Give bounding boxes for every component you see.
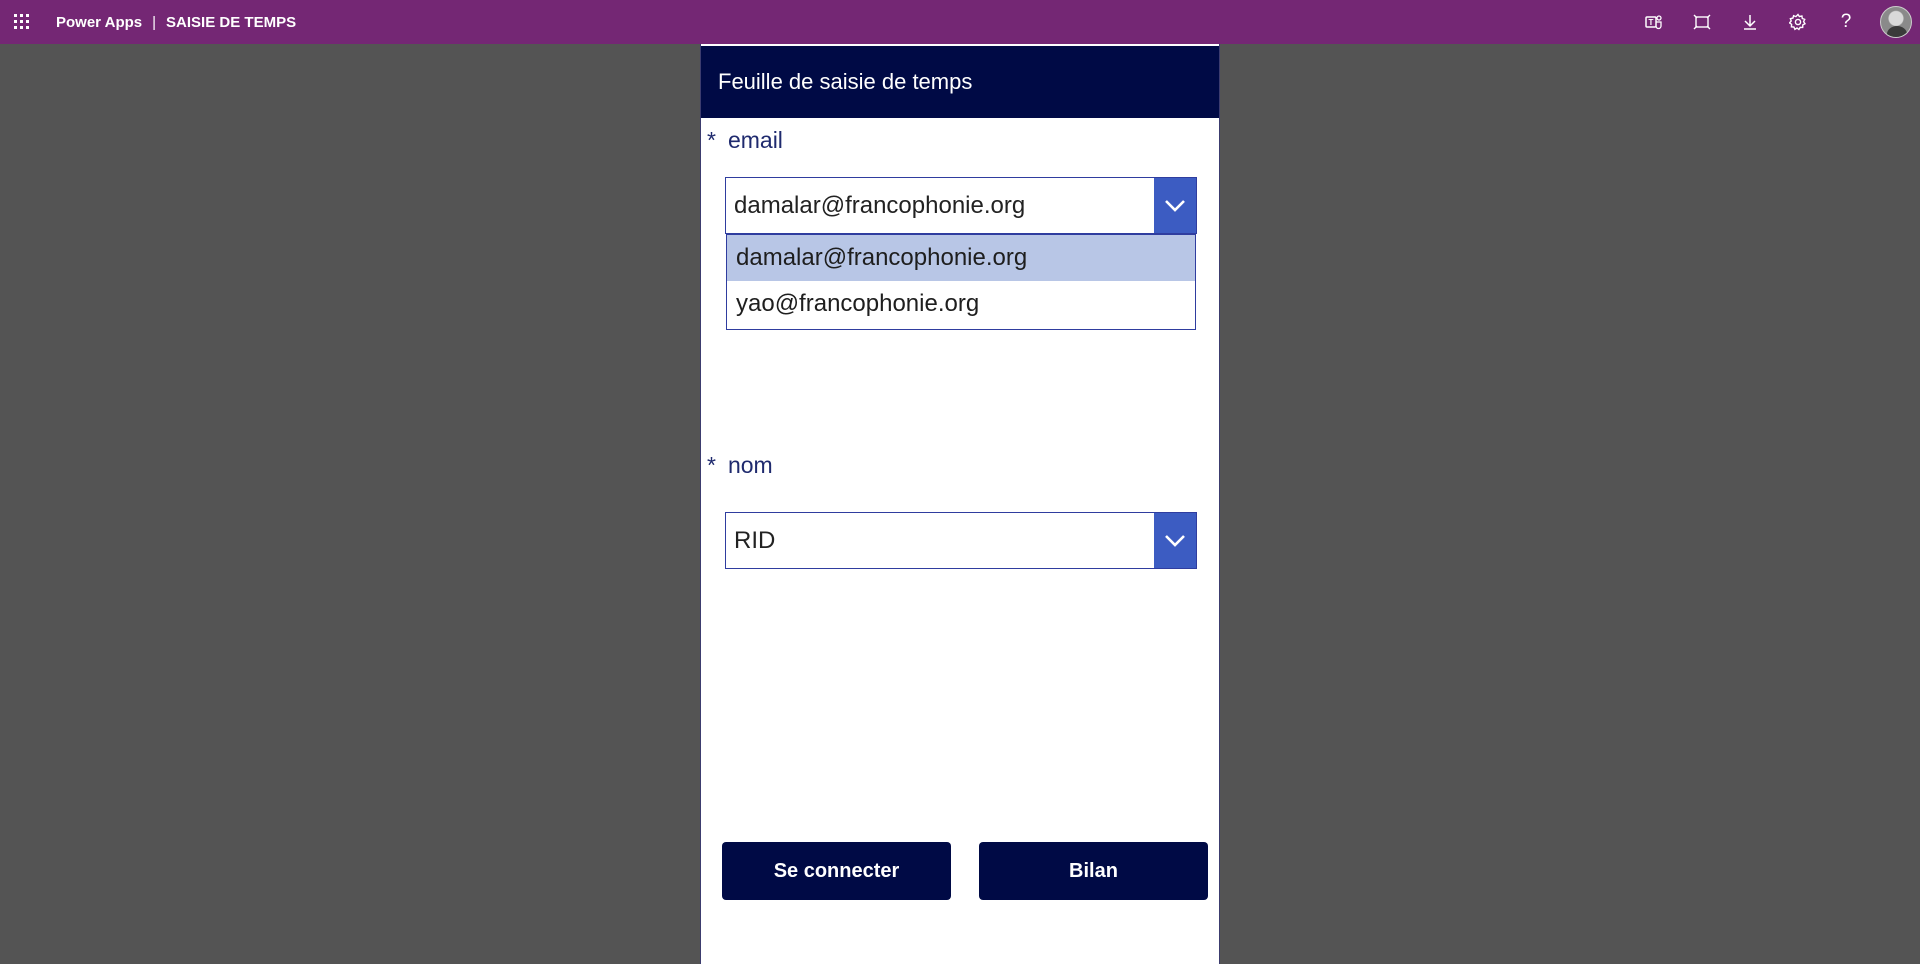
email-combobox[interactable]: damalar@francophonie.org	[725, 177, 1197, 234]
app-title: SAISIE DE TEMPS	[166, 13, 297, 31]
app-canvas: Feuille de saisie de temps * email damala…	[700, 44, 1220, 964]
svg-text:T: T	[1649, 18, 1654, 27]
teams-icon[interactable]: T	[1630, 0, 1678, 44]
connect-button[interactable]: Se connecter	[722, 842, 951, 900]
fit-to-window-icon[interactable]	[1678, 0, 1726, 44]
brand-name[interactable]: Power Apps	[56, 14, 142, 31]
bilan-button[interactable]: Bilan	[979, 842, 1208, 900]
email-label-text: email	[727, 127, 783, 153]
nom-label: * nom	[707, 452, 773, 479]
email-combobox-value[interactable]: damalar@francophonie.org	[734, 178, 1025, 233]
dropdown-option[interactable]: yao@francophonie.org	[727, 281, 1195, 327]
user-avatar[interactable]	[1880, 6, 1912, 38]
download-icon[interactable]	[1726, 0, 1774, 44]
app-launcher-icon[interactable]	[0, 0, 44, 44]
app-top-bar: Power Apps | SAISIE DE TEMPS T ?	[0, 0, 1920, 44]
top-actions: T ?	[1630, 0, 1920, 44]
nom-combobox-value[interactable]: RID	[734, 513, 775, 568]
nom-label-text: nom	[727, 452, 773, 478]
nom-combobox[interactable]: RID	[725, 512, 1197, 569]
email-label: * email	[707, 127, 783, 154]
settings-icon[interactable]	[1774, 0, 1822, 44]
screen-header: Feuille de saisie de temps	[701, 46, 1219, 118]
screen-title: Feuille de saisie de temps	[718, 69, 973, 94]
dropdown-option[interactable]: damalar@francophonie.org	[727, 235, 1195, 281]
email-dropdown-list: damalar@francophonie.org yao@francophoni…	[726, 234, 1196, 330]
required-marker: *	[707, 127, 716, 153]
required-marker: *	[707, 452, 716, 478]
title-separator: |	[152, 13, 157, 31]
help-glyph: ?	[1840, 11, 1852, 32]
chevron-down-icon[interactable]	[1154, 178, 1196, 233]
help-icon[interactable]: ?	[1822, 0, 1870, 44]
chevron-down-icon[interactable]	[1154, 513, 1196, 568]
